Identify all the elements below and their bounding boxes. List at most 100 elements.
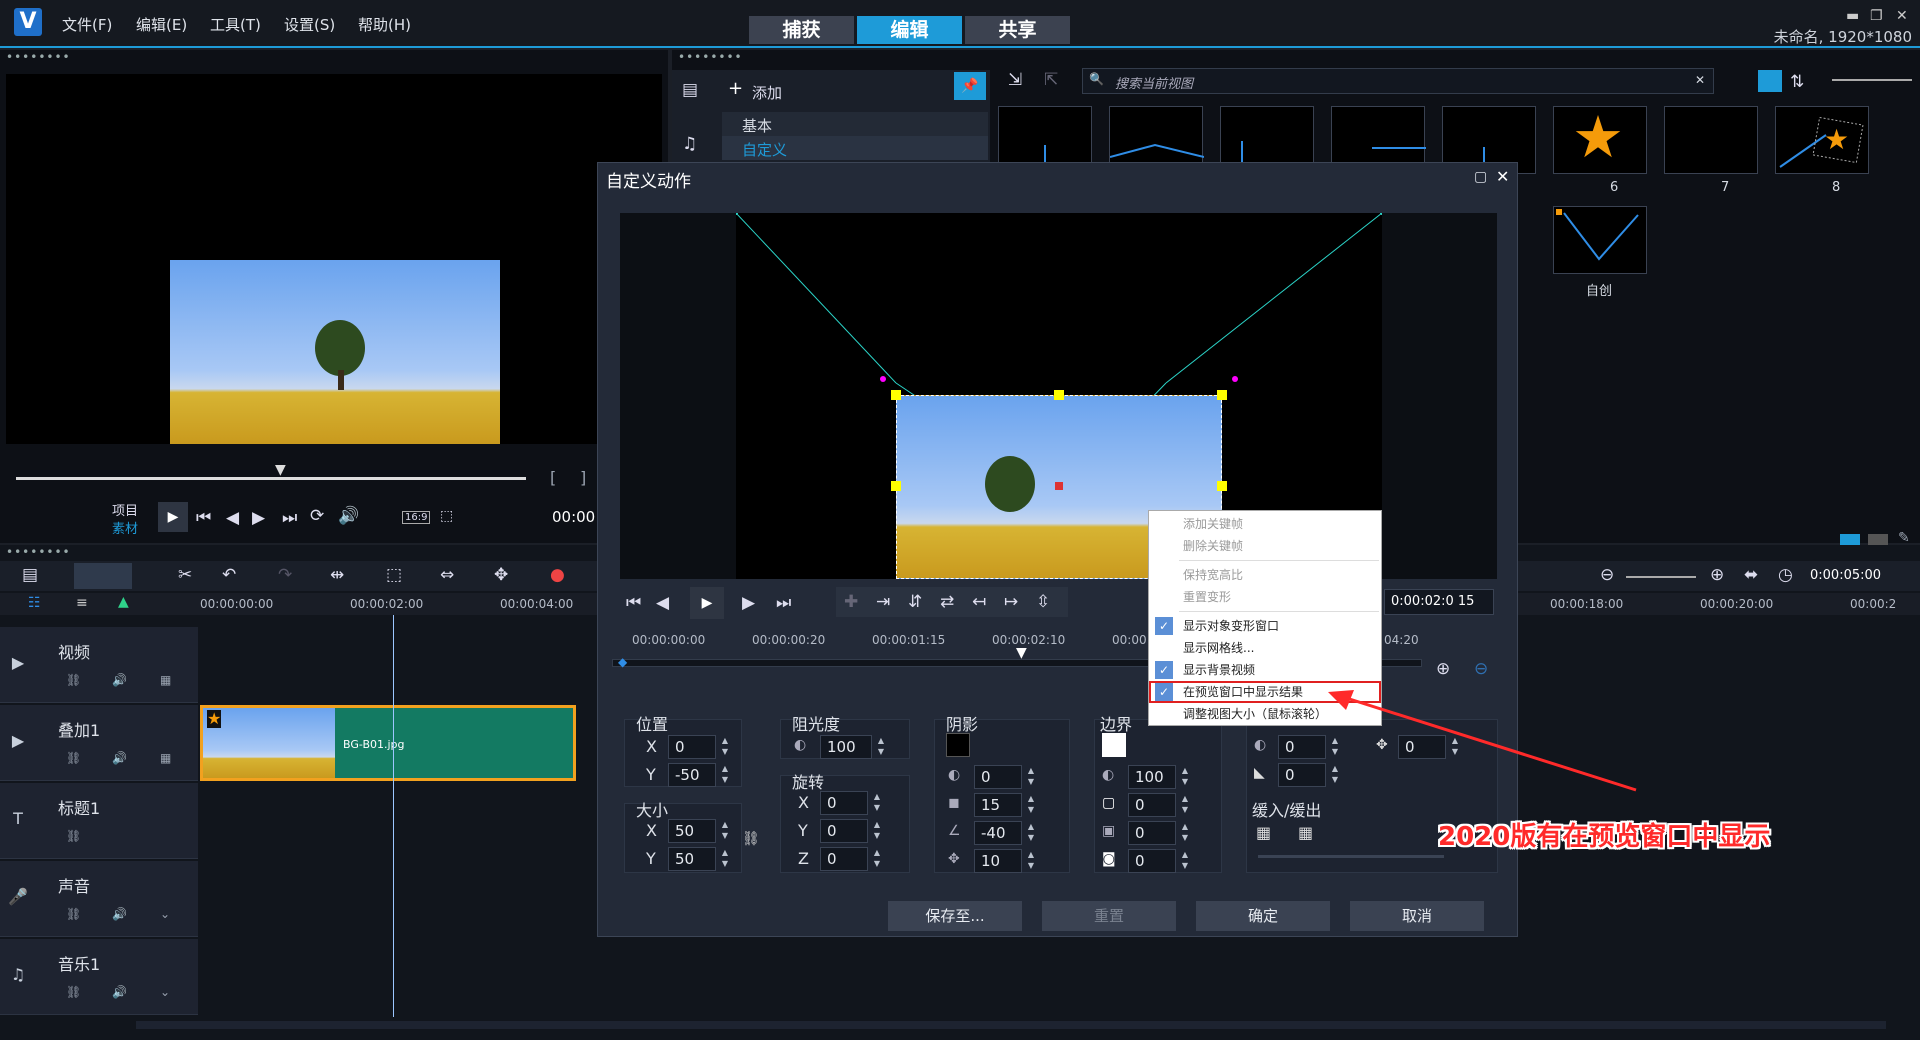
dlg-end-button[interactable]: ⏭ xyxy=(776,593,791,613)
flip-keyframe-icon[interactable]: ⇵ xyxy=(908,592,922,612)
timeline-view-icon[interactable] xyxy=(74,563,132,589)
search-box[interactable]: 🔍 搜索当前视图 ✕ xyxy=(1082,68,1714,94)
dlg-next-button[interactable]: ▶ xyxy=(742,593,755,613)
handle-ml[interactable] xyxy=(891,481,901,491)
track-volume-icon[interactable]: 🔊 xyxy=(112,673,127,687)
dlg-zoom-in-icon[interactable]: ⊕ xyxy=(1436,659,1450,679)
border-opacity-input[interactable]: 100 xyxy=(1128,765,1176,789)
size-x-spinner[interactable]: ▲ ▼ xyxy=(718,819,732,843)
tools-icon[interactable]: ✂ xyxy=(178,565,192,585)
voice-expand-icon[interactable]: ⌄ xyxy=(160,907,170,921)
record-icon[interactable]: ● xyxy=(550,565,565,585)
prev-frame-button[interactable]: ◀ xyxy=(226,508,239,528)
playhead-line[interactable] xyxy=(393,615,394,1017)
close-icon[interactable]: ✕ xyxy=(1896,8,1908,24)
position-x-spinner[interactable]: ▲ ▼ xyxy=(718,735,732,759)
search-input[interactable]: 搜索当前视图 xyxy=(1115,73,1193,92)
rotation-y-spinner[interactable]: ▲ ▼ xyxy=(870,819,884,843)
end-button[interactable]: ⏭ xyxy=(282,508,297,528)
shadow-blur-input[interactable]: 15 xyxy=(974,793,1022,817)
tab-share[interactable]: 共享 xyxy=(965,16,1070,44)
undo-icon[interactable]: ↶ xyxy=(222,565,236,585)
extra-input-a[interactable]: 0 xyxy=(1278,735,1326,759)
shadow-angle-spinner[interactable]: ▲ ▼ xyxy=(1024,821,1038,845)
rotate-handle-left[interactable] xyxy=(880,376,886,382)
prev-keyframe-icon[interactable]: ↤ xyxy=(972,592,986,612)
player-timecode[interactable]: 00:00 xyxy=(552,508,595,526)
thumb-7[interactable] xyxy=(1664,106,1758,174)
add-icon[interactable]: + xyxy=(728,78,743,99)
border-soft-input[interactable]: 0 xyxy=(1128,821,1176,845)
border-corner-input[interactable]: 0 xyxy=(1128,849,1176,873)
ctx-show-transform-window[interactable]: ✓ 显示对象变形窗口 xyxy=(1149,615,1381,637)
panel-grip[interactable]: •••••••• xyxy=(6,50,71,64)
thumb-size-slider[interactable] xyxy=(1832,79,1912,81)
shadow-distance-input[interactable]: 10 xyxy=(974,849,1022,873)
library-edit-icon[interactable]: ✎ xyxy=(1898,530,1910,546)
timeline-grip[interactable]: •••••••• xyxy=(6,545,71,559)
link-icon[interactable]: ⛓ xyxy=(66,673,81,687)
resize-icon[interactable]: ⬚ xyxy=(440,508,453,524)
media-icon[interactable]: ▤ xyxy=(682,80,698,100)
ctx-show-grid[interactable]: 显示网格线... xyxy=(1149,637,1381,659)
shadow-opacity-spinner[interactable]: ▲ ▼ xyxy=(1024,765,1038,789)
border-soft-spinner[interactable]: ▲ ▼ xyxy=(1178,821,1192,845)
scrub-bar[interactable] xyxy=(16,477,526,480)
category-basic[interactable]: 基本 xyxy=(722,112,988,136)
border-width-spinner[interactable]: ▲ ▼ xyxy=(1178,793,1192,817)
border-width-input[interactable]: 0 xyxy=(1128,793,1176,817)
add-label[interactable]: 添加 xyxy=(752,82,782,103)
dialog-playhead-icon[interactable]: ▼ xyxy=(1016,645,1027,661)
audio-icon[interactable]: ♫ xyxy=(682,134,697,154)
aspect-ratio-button[interactable]: 16:9 xyxy=(402,511,431,524)
shadow-angle-input[interactable]: -40 xyxy=(974,821,1022,845)
handle-tc[interactable] xyxy=(1054,390,1064,400)
swap-icon[interactable]: ⇄ xyxy=(940,592,954,612)
repeat-icon[interactable]: ⟳ xyxy=(310,506,324,526)
rotation-x-spinner[interactable]: ▲ ▼ xyxy=(870,791,884,815)
next-frame-button[interactable]: ▶ xyxy=(252,508,265,528)
tab-edit[interactable]: 编辑 xyxy=(857,16,962,44)
handle-tr[interactable] xyxy=(1217,390,1227,400)
size-y-input[interactable]: 50 xyxy=(668,847,716,871)
rotation-z-input[interactable]: 0 xyxy=(820,847,868,871)
track-music1[interactable]: ♫ 音乐1 ⛓ 🔊 ⌄ xyxy=(0,939,198,1015)
voice-link-icon[interactable]: ⛓ xyxy=(66,907,81,921)
next-keyframe-icon[interactable]: ↦ xyxy=(1004,592,1018,612)
grid-icon[interactable]: ▦ xyxy=(160,673,171,687)
dlg-prev-button[interactable]: ◀ xyxy=(656,593,669,613)
fit-project-icon[interactable]: ⬌ xyxy=(1744,565,1758,585)
ripple-icon[interactable]: ⇹ xyxy=(330,565,344,585)
ctx-reset-transform[interactable]: 重置变形 xyxy=(1149,586,1381,608)
dlg-home-button[interactable]: ⏮ xyxy=(626,593,641,613)
sort-icon[interactable]: ⇅ xyxy=(1790,72,1804,92)
timeline-scrollbar[interactable] xyxy=(136,1021,1886,1029)
ease-in-icon[interactable]: ▦ xyxy=(1256,823,1271,842)
border-opacity-spinner[interactable]: ▲ ▼ xyxy=(1178,765,1192,789)
zoom-in-icon[interactable]: ⊕ xyxy=(1710,565,1724,585)
import-icon[interactable]: ⇲ xyxy=(1008,70,1022,90)
track-overlay1[interactable]: ▶ 叠加1 ⛓ 🔊 ▦ xyxy=(0,705,198,781)
zoom-slider[interactable] xyxy=(1626,576,1696,578)
remove-keyframe-icon[interactable]: ⇥ xyxy=(876,592,890,612)
rotate-handle-right[interactable] xyxy=(1232,376,1238,382)
library-grip[interactable]: •••••••• xyxy=(678,50,743,64)
thumb-custom[interactable] xyxy=(1553,206,1647,274)
voice-volume-icon[interactable]: 🔊 xyxy=(112,907,127,921)
preview-screen[interactable] xyxy=(6,74,662,444)
shadow-color-swatch[interactable] xyxy=(946,733,970,757)
mark-in-icon[interactable]: [ xyxy=(550,468,556,487)
handle-mr[interactable] xyxy=(1217,481,1227,491)
size-y-spinner[interactable]: ▲ ▼ xyxy=(718,847,732,871)
restore-icon[interactable]: ❐ xyxy=(1870,8,1883,24)
position-x-input[interactable]: 0 xyxy=(668,735,716,759)
category-custom[interactable]: 自定义 xyxy=(722,136,988,160)
border-corner-spinner[interactable]: ▲ ▼ xyxy=(1178,849,1192,873)
ctx-add-keyframe[interactable]: 添加关键帧 xyxy=(1149,513,1381,535)
scrub-handle-icon[interactable]: ▼ xyxy=(275,462,286,478)
menu-settings[interactable]: 设置(S) xyxy=(284,14,335,35)
play-button[interactable]: ▶ xyxy=(158,502,188,532)
shadow-opacity-input[interactable]: 0 xyxy=(974,765,1022,789)
extra-input-c[interactable]: 0 xyxy=(1278,763,1326,787)
add-keyframe-icon[interactable]: ✚ xyxy=(844,592,858,612)
